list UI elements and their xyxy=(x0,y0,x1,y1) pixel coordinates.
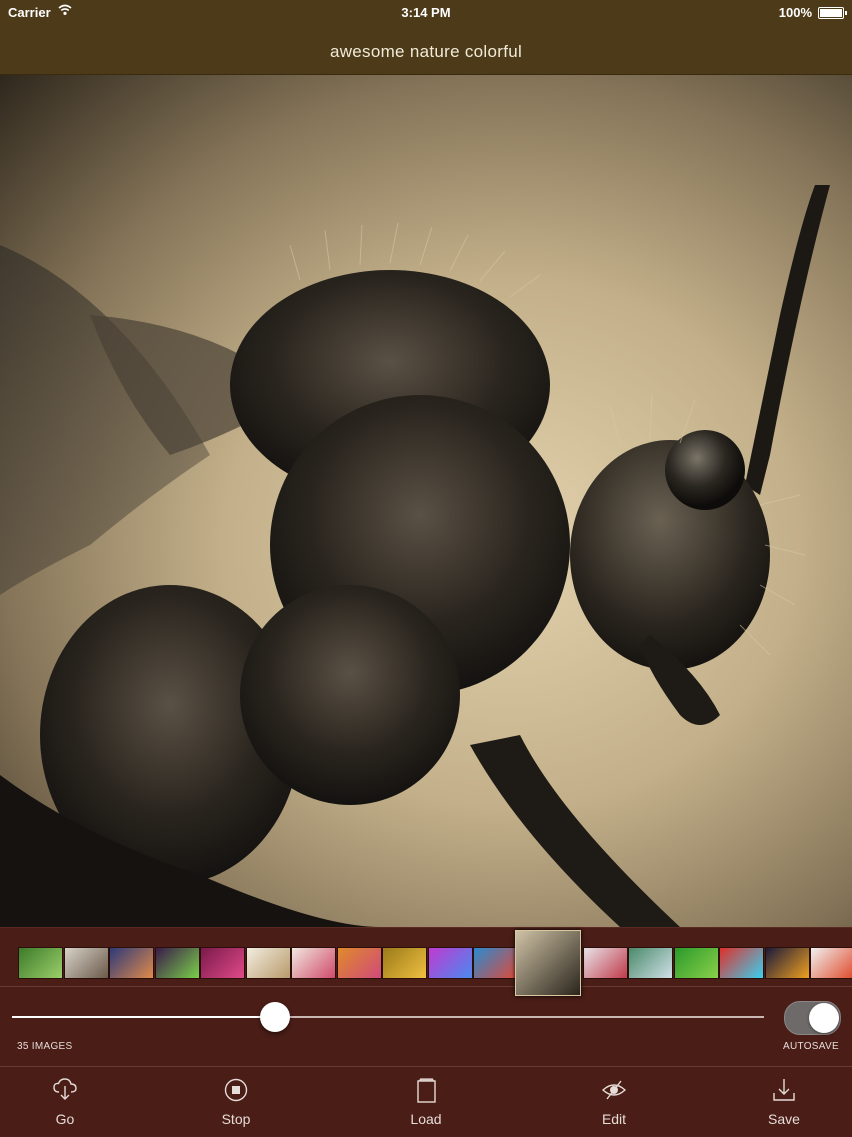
thumbnail[interactable] xyxy=(764,947,810,979)
image-slider-knob[interactable] xyxy=(260,1002,291,1032)
go-button[interactable]: Go xyxy=(20,1067,110,1137)
thumbnail[interactable] xyxy=(245,947,291,979)
cloud-download-icon xyxy=(53,1077,77,1103)
status-bar: Carrier 3:14 PM 100% xyxy=(0,0,852,26)
page-title: awesome nature colorful xyxy=(329,42,523,61)
thumbnail[interactable] xyxy=(291,947,336,979)
thumbnail[interactable] xyxy=(109,947,154,979)
battery-icon xyxy=(818,7,847,19)
images-count-label: 35 IMAGES xyxy=(17,1041,73,1052)
toggle-knob xyxy=(809,1003,839,1033)
thumbnail[interactable] xyxy=(382,947,427,979)
image-slider-track[interactable] xyxy=(12,1016,764,1018)
load-label: Load xyxy=(410,1111,442,1127)
thumbnail-strip[interactable] xyxy=(0,927,852,996)
stop-circle-icon xyxy=(224,1077,248,1103)
save-button[interactable]: Save xyxy=(739,1067,829,1137)
stop-button[interactable]: Stop xyxy=(191,1067,281,1137)
autosave-toggle[interactable] xyxy=(784,1001,841,1035)
edit-label: Edit xyxy=(601,1111,627,1127)
thumbnail[interactable] xyxy=(628,947,673,979)
load-button[interactable]: Load xyxy=(381,1067,471,1137)
thumbnail[interactable] xyxy=(673,947,719,979)
thumbnail[interactable] xyxy=(18,947,63,979)
autosave-label: AUTOSAVE xyxy=(783,1041,839,1052)
clock: 3:14 PM xyxy=(401,5,451,20)
thumbnail[interactable] xyxy=(63,947,109,979)
battery-percent: 100% xyxy=(778,5,812,20)
thumbnail[interactable] xyxy=(200,947,245,979)
save-label: Save xyxy=(768,1111,800,1127)
thumbnail-selected[interactable] xyxy=(514,930,581,996)
download-tray-icon xyxy=(772,1077,796,1103)
fly-macro-photo xyxy=(0,185,830,927)
go-label: Go xyxy=(55,1111,75,1127)
eye-slash-icon xyxy=(601,1077,627,1103)
thumbnail[interactable] xyxy=(427,947,473,979)
thumbnail[interactable] xyxy=(582,947,628,979)
thumbnail[interactable] xyxy=(810,947,852,979)
thumbnail[interactable] xyxy=(719,947,764,979)
bottom-toolbar: Go Stop Load Edit Save xyxy=(0,1066,852,1137)
thumbnail[interactable] xyxy=(473,947,518,979)
nav-bar: awesome nature colorful xyxy=(0,26,852,75)
main-photo[interactable] xyxy=(0,75,852,927)
stop-label: Stop xyxy=(221,1111,251,1127)
document-stack-icon xyxy=(414,1077,438,1103)
edit-button[interactable]: Edit xyxy=(569,1067,659,1137)
thumbnail[interactable] xyxy=(154,947,200,979)
thumbnail[interactable] xyxy=(336,947,382,979)
